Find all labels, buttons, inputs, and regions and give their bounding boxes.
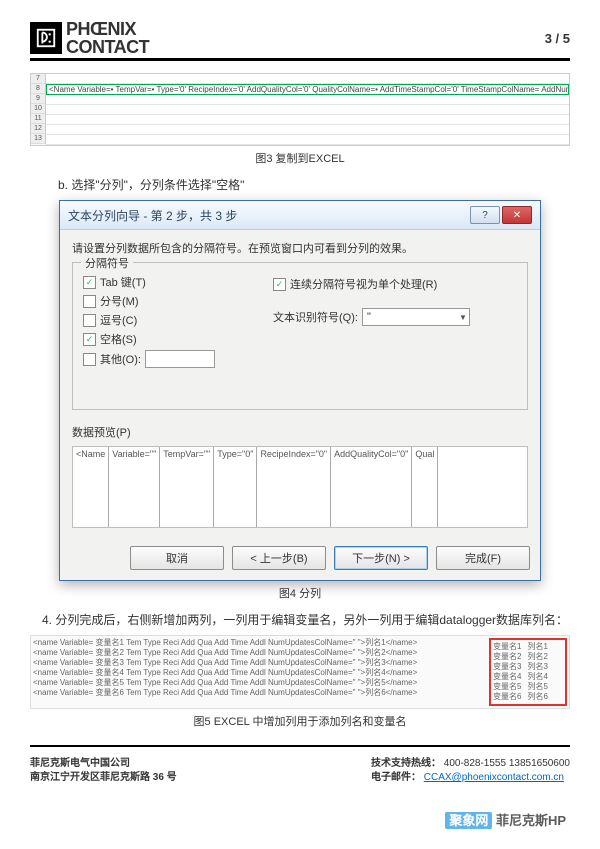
fig5-row: <name Variable= 变量名3 Tem Type Reci Add Q… xyxy=(33,658,485,668)
brand-mark-icon xyxy=(30,22,62,54)
help-icon: ? xyxy=(482,210,488,221)
delimiters-group: 分隔符号 Tab 键(T) 分号(M) 逗号(C) 空格(S) xyxy=(72,262,528,410)
opt-other-label: 其他(O): xyxy=(100,351,141,367)
fig3-selected-row: <Name Variable=• TempVar=• Type='0' Reci… xyxy=(46,84,569,95)
step-b-text: b. 选择"分列"，分列条件选择"空格" xyxy=(30,176,570,194)
brand-line2: CONTACT xyxy=(66,38,149,56)
row-number: 10 xyxy=(31,104,45,114)
fig3-excel-snippet: 78910111213 <Name Variable=• TempVar=• T… xyxy=(30,73,570,146)
footer-company: 菲尼克斯电气中国公司 xyxy=(30,757,177,771)
row-number: 12 xyxy=(31,124,45,134)
dialog-title-text: 文本分列向导 - 第 2 步，共 3 步 xyxy=(68,207,237,224)
fig5-pair: 变量名3列名3 xyxy=(493,662,563,672)
text-qualifier-combo[interactable]: " ▼ xyxy=(362,308,470,326)
preview-column: Type="0" xyxy=(214,447,257,527)
checkbox-tab[interactable] xyxy=(83,276,96,289)
fig5-row: <name Variable= 变量名2 Tem Type Reci Add Q… xyxy=(33,648,485,658)
checkbox-space[interactable] xyxy=(83,333,96,346)
close-icon: ✕ xyxy=(513,210,521,221)
page-header: PHŒNIX CONTACT 3 / 5 xyxy=(30,20,570,61)
fig4-caption: 图4 分列 xyxy=(30,585,570,601)
footer-email-label: 电子邮件： xyxy=(371,772,421,783)
preview-column: <Name xyxy=(73,447,109,527)
checkbox-other[interactable] xyxy=(83,353,96,366)
checkbox-comma[interactable] xyxy=(83,314,96,327)
footer-hotline-value: 400-828-1555 13851650600 xyxy=(444,758,570,769)
fig5-pair: 变量名5列名5 xyxy=(493,682,563,692)
preview-column: AddQualityCol="0" xyxy=(331,447,412,527)
fig5-row: <name Variable= 变量名5 Tem Type Reci Add Q… xyxy=(33,678,485,688)
watermark-tail: 菲尼克斯HP xyxy=(492,813,566,828)
fig5-caption: 图5 EXCEL 中增加列用于添加列名和变量名 xyxy=(30,713,570,729)
fig5-pair: 变量名2列名2 xyxy=(493,652,563,662)
footer-hotline-label: 技术支持热线： xyxy=(371,758,441,769)
fig5-pair: 变量名1列名1 xyxy=(493,642,563,652)
close-button[interactable]: ✕ xyxy=(502,206,532,224)
opt-space-row[interactable]: 空格(S) xyxy=(83,331,517,347)
fig5-highlight-box: 变量名1列名1变量名2列名2变量名3列名3变量名4列名4变量名5列名5变量名6列… xyxy=(489,638,567,706)
preview-label: 数据预览(P) xyxy=(72,424,528,440)
checkbox-semicolon[interactable] xyxy=(83,295,96,308)
opt-semicolon-label: 分号(M) xyxy=(100,293,139,309)
fig5-pair: 变量名4列名4 xyxy=(493,672,563,682)
fig3-caption: 图3 复制到EXCEL xyxy=(30,150,570,166)
opt-other-row[interactable]: 其他(O): xyxy=(83,350,517,368)
text-qualifier-value: " xyxy=(367,311,371,323)
chevron-down-icon: ▼ xyxy=(459,313,467,322)
help-button[interactable]: ? xyxy=(470,206,500,224)
row-number: 9 xyxy=(31,94,45,104)
opt-consecutive-label: 连续分隔符号视为单个处理(R) xyxy=(290,276,437,292)
fig5-pair: 变量名6列名6 xyxy=(493,692,563,702)
opt-tab-label: Tab 键(T) xyxy=(100,274,146,290)
next-button[interactable]: 下一步(N) > xyxy=(334,546,428,570)
watermark: 聚象网 菲尼克斯HP xyxy=(445,810,566,829)
checkbox-consecutive[interactable] xyxy=(273,278,286,291)
text-qualifier-label: 文本识别符号(Q): xyxy=(273,309,358,325)
watermark-site: 聚象网 xyxy=(445,812,492,829)
back-button[interactable]: < 上一步(B) xyxy=(232,546,326,570)
row-number: 11 xyxy=(31,114,45,124)
footer-email-link[interactable]: CCAX@phoenixcontact.com.cn xyxy=(424,772,564,783)
fig5-row: <name Variable= 变量名1 Tem Type Reci Add Q… xyxy=(33,638,485,648)
other-delimiter-input[interactable] xyxy=(145,350,215,368)
opt-comma-label: 逗号(C) xyxy=(100,312,137,328)
finish-button[interactable]: 完成(F) xyxy=(436,546,530,570)
opt-space-label: 空格(S) xyxy=(100,331,137,347)
row-number: 7 xyxy=(31,74,45,84)
cancel-button[interactable]: 取消 xyxy=(130,546,224,570)
footer-address: 南京江宁开发区菲尼克斯路 36 号 xyxy=(30,771,177,785)
fig5-excel-snippet: <name Variable= 变量名1 Tem Type Reci Add Q… xyxy=(30,635,570,709)
step4-text: 4. 分列完成后，右侧新增加两列，一列用于编辑变量名，另外一列用于编辑datal… xyxy=(30,611,570,629)
page-number: 3 / 5 xyxy=(545,31,570,46)
preview-column: Qual xyxy=(412,447,438,527)
dialog-titlebar: 文本分列向导 - 第 2 步，共 3 步 ? ✕ xyxy=(60,201,540,230)
row-number: 8 xyxy=(31,84,45,94)
footer-separator xyxy=(30,745,570,747)
preview-column: TempVar="" xyxy=(160,447,214,527)
page-footer: 菲尼克斯电气中国公司 南京江宁开发区菲尼克斯路 36 号 技术支持热线： 400… xyxy=(30,753,570,785)
fig5-row: <name Variable= 变量名4 Tem Type Reci Add Q… xyxy=(33,668,485,678)
fig5-row: <name Variable= 变量名6 Tem Type Reci Add Q… xyxy=(33,688,485,698)
dialog-instruction: 请设置分列数据所包含的分隔符号。在预览窗口内可看到分列的效果。 xyxy=(72,240,528,256)
opt-consecutive-row[interactable]: 连续分隔符号视为单个处理(R) xyxy=(273,276,470,292)
preview-box: <NameVariable=""TempVar=""Type="0"Recipe… xyxy=(72,446,528,528)
preview-column: Variable="" xyxy=(109,447,160,527)
preview-column: RecipeIndex="0" xyxy=(257,447,331,527)
brand-line1: PHŒNIX xyxy=(66,20,149,38)
brand-logo: PHŒNIX CONTACT xyxy=(30,20,149,56)
row-number: 13 xyxy=(31,134,45,144)
delimiters-legend: 分隔符号 xyxy=(81,255,133,271)
text-to-columns-dialog: 文本分列向导 - 第 2 步，共 3 步 ? ✕ 请设置分列数据所包含的分隔符号… xyxy=(59,200,541,581)
